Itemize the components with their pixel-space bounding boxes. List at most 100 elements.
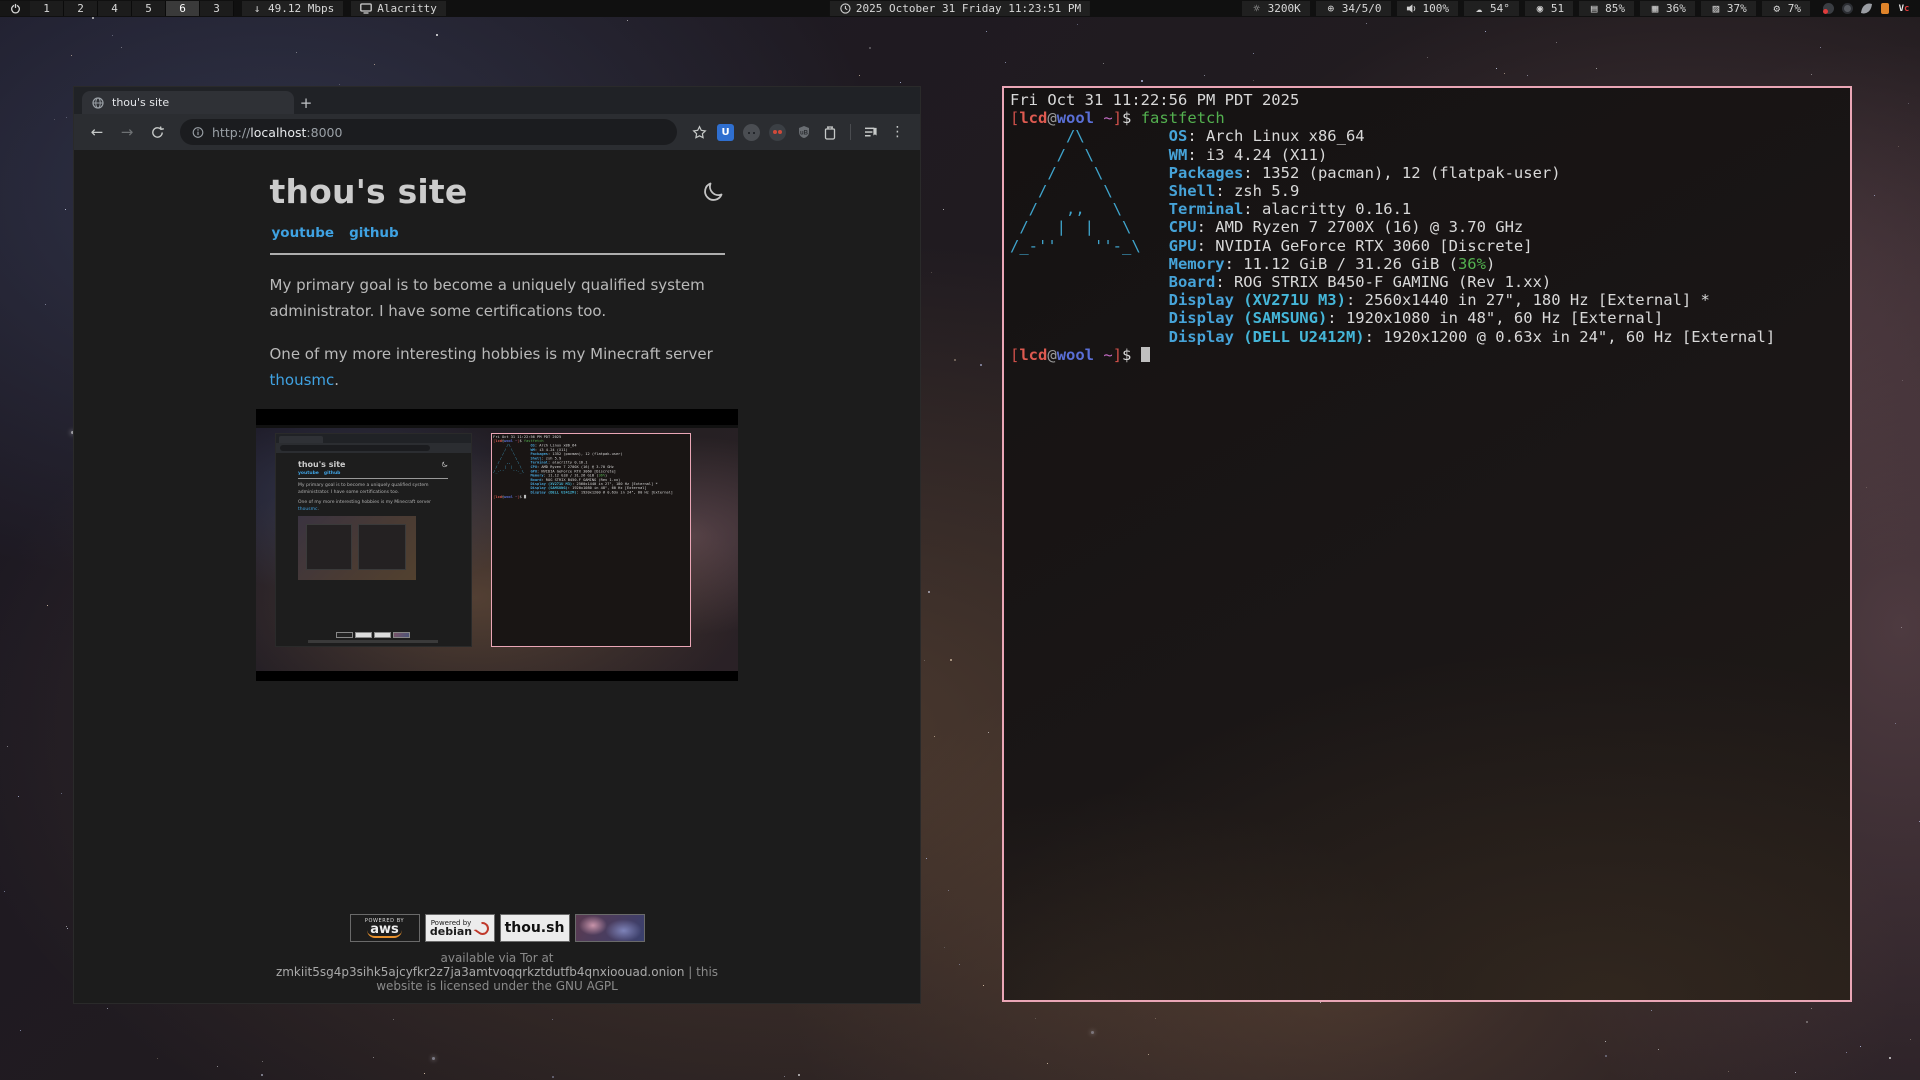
youtube-link[interactable]: youtube: [272, 225, 335, 241]
monitor-icon: [360, 3, 372, 15]
extensions-jar-icon[interactable]: [821, 124, 838, 141]
browser-window: thou's site + ← → http://localhost:8000 …: [73, 86, 921, 1004]
star: [1846, 1052, 1847, 1053]
workspace-button-6[interactable]: 6: [166, 1, 200, 16]
status-value: 34/5/0: [1342, 2, 1382, 15]
reload-button[interactable]: [144, 119, 170, 145]
bookmark-star-icon[interactable]: [691, 124, 708, 141]
forward-button[interactable]: →: [114, 119, 140, 145]
screenshot-nav-link: github: [324, 471, 341, 476]
terminal-line: / \ Shell: zsh 5.9: [1010, 182, 1844, 200]
star: [20, 1030, 21, 1031]
star: [61, 793, 62, 794]
dark-mode-toggle[interactable]: [701, 180, 725, 204]
cpu-icon: ⚙: [1771, 3, 1783, 15]
star: [261, 1074, 263, 1076]
extension-skull-icon[interactable]: [743, 124, 760, 141]
star: [112, 35, 113, 36]
star: [1320, 1002, 1321, 1003]
reading-list-icon[interactable]: [863, 124, 880, 141]
vlc-icon[interactable]: Vc: [1898, 3, 1910, 15]
star: [107, 1008, 108, 1009]
browser-menu-icon[interactable]: ⋮: [889, 124, 906, 141]
star: [1902, 380, 1903, 381]
star: [988, 732, 989, 733]
site-info-icon[interactable]: [192, 126, 204, 138]
power-button[interactable]: [0, 1, 30, 16]
star: [950, 659, 952, 661]
fan-icon: ◉: [1534, 3, 1546, 15]
topbar-right: ☼3200K⊕34/5/0100%☁54°◉51▤85%▦36%▨37%⚙7% …: [1242, 0, 1920, 17]
star: [1253, 80, 1254, 81]
thoush-badge[interactable]: thou.sh: [500, 914, 570, 942]
footer-badges: POWERED BY aws Powered bydebian thou.sh: [270, 914, 725, 942]
battery-icon[interactable]: [1879, 3, 1891, 15]
status-block-disk: ▤85%: [1579, 1, 1634, 16]
address-bar[interactable]: http://localhost:8000: [180, 119, 677, 145]
debian-badge[interactable]: Powered bydebian: [425, 914, 495, 942]
tab-title: thou's site: [112, 96, 169, 109]
feather-icon[interactable]: [1860, 3, 1872, 15]
status-block-cpu: ⚙ 7%: [1762, 1, 1810, 16]
svg-text:uB: uB: [800, 131, 809, 137]
status-value: 7%: [1788, 2, 1801, 15]
steam-icon[interactable]: [1822, 3, 1834, 15]
star: [1820, 47, 1821, 48]
star: [1148, 1054, 1149, 1055]
onion-address-link[interactable]: zmkiit5sg4p3sihk5ajcyfkr2z7ja3amtvoqqrkz…: [276, 965, 685, 979]
paragraph-hobby: One of my more interesting hobbies is my…: [270, 342, 725, 393]
status-block-fan: ◉ 51: [1525, 1, 1573, 16]
terminal-line: / \ WM: i3 4.24 (X11): [1010, 146, 1844, 164]
obs-icon[interactable]: [1841, 3, 1853, 15]
ublock-extension-icon[interactable]: uB: [795, 124, 812, 141]
space-image-badge[interactable]: [575, 914, 645, 942]
page-column: thou's site youtube github My primary go…: [270, 172, 725, 1003]
star: [1141, 80, 1143, 82]
screenshot-browser-window: thou's site youtube github My primary go…: [275, 433, 472, 647]
status-value: 100%: [1423, 2, 1450, 15]
network-speed: 49.12 Mbps: [268, 2, 334, 15]
github-link[interactable]: github: [349, 225, 399, 241]
workspace-button-3[interactable]: 3: [200, 1, 234, 16]
workspace-button-5[interactable]: 5: [132, 1, 166, 16]
bitwarden-extension-icon[interactable]: U: [717, 124, 734, 141]
workspace-button-1[interactable]: 1: [30, 1, 64, 16]
status-block-network: ⊕34/5/0: [1316, 1, 1391, 16]
star: [1795, 1072, 1796, 1073]
star: [1077, 24, 1078, 25]
focused-window-title: Alacritty: [377, 2, 437, 15]
star: [954, 359, 956, 361]
workspace-button-4[interactable]: 4: [98, 1, 132, 16]
aws-badge[interactable]: POWERED BY aws: [350, 914, 420, 942]
globe-favicon-icon: [92, 97, 104, 109]
star: [798, 1074, 800, 1076]
thousmc-link[interactable]: thousmc: [270, 371, 335, 389]
star: [1605, 1041, 1606, 1042]
extension-icons: U uB ⋮: [687, 124, 910, 141]
star: [959, 964, 960, 965]
star: [66, 926, 67, 927]
workspace-button-2[interactable]: 2: [64, 1, 98, 16]
extension-mask-icon[interactable]: [769, 124, 786, 141]
star: [859, 75, 860, 76]
star: [1910, 1039, 1911, 1040]
star: [1204, 75, 1205, 76]
status-block-weather: ☁54°: [1464, 1, 1519, 16]
status-value: 51: [1551, 2, 1564, 15]
screenshot-tabstrip: [276, 434, 471, 443]
screenshot-nav-link: youtube: [298, 471, 319, 476]
star: [934, 736, 935, 737]
terminal-line: Display (DELL U2412M): 1920x1200 @ 0.63x…: [1010, 328, 1844, 346]
tab-strip: thou's site +: [74, 87, 920, 114]
status-block-memory: ▦36%: [1640, 1, 1695, 16]
screenshot-terminal-window: Fri Oct 31 11:22:56 PM PDT 2025[lcd@wool…: [491, 433, 691, 647]
clock-block: 2025 October 31 Friday 11:23:51 PM: [830, 1, 1090, 16]
back-button[interactable]: ←: [84, 119, 110, 145]
star: [4, 891, 5, 892]
new-tab-button[interactable]: +: [294, 91, 318, 114]
screenshot-page: thou's site youtube github My primary go…: [276, 453, 471, 646]
status-value: 36%: [1666, 2, 1686, 15]
browser-tab[interactable]: thou's site: [82, 91, 294, 114]
alacritty-terminal-window[interactable]: Fri Oct 31 11:22:56 PM PDT 2025[lcd@wool…: [1002, 86, 1852, 1002]
star: [432, 1057, 435, 1060]
